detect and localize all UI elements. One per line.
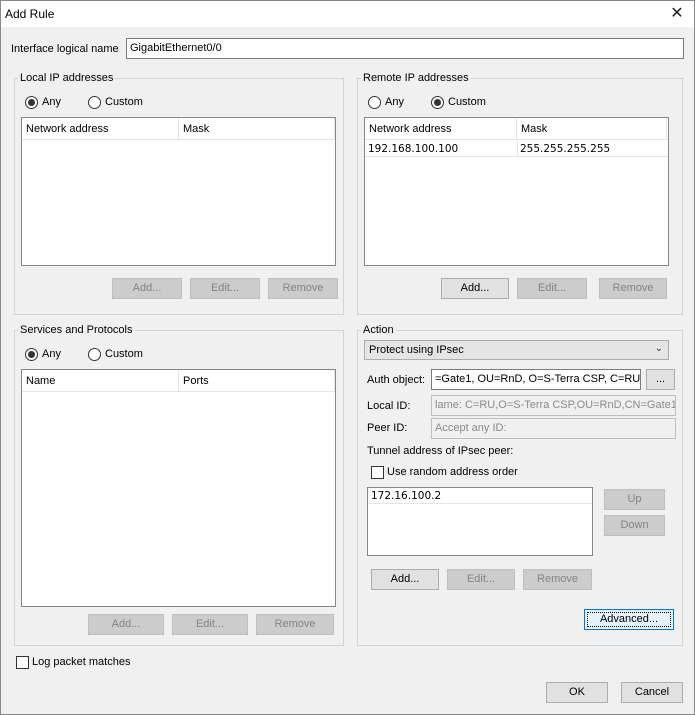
column-mask[interactable]: Mask [179, 118, 335, 140]
remote-ip-add-button[interactable]: Add... [441, 278, 509, 299]
action-mode-value: Protect using IPsec [369, 344, 464, 356]
remote-ip-custom-label: Custom [448, 96, 486, 108]
remote-ip-custom-radio[interactable] [431, 96, 444, 109]
peer-id-label: Peer ID: [367, 422, 408, 434]
remote-ip-edit-button[interactable]: Edit... [517, 278, 587, 299]
local-ip-list[interactable]: Network address Mask [21, 117, 336, 266]
auth-object-label: Auth object: [367, 374, 426, 386]
title-bar: Add Rule ✕ [1, 1, 694, 27]
cancel-button[interactable]: Cancel [621, 682, 683, 703]
advanced-button[interactable]: Advanced... [584, 609, 674, 630]
tunnel-up-button[interactable]: Up [604, 489, 665, 510]
services-any-label: Any [42, 348, 61, 360]
action-mode-select[interactable]: Protect using IPsec ⌄ [364, 340, 669, 360]
local-ip-custom-radio[interactable] [88, 96, 101, 109]
services-add-button[interactable]: Add... [88, 614, 164, 635]
column-network-address[interactable]: Network address [22, 118, 179, 140]
local-id-input[interactable]: lame: C=RU,O=S-Terra CSP,OU=RnD,CN=Gate1 [431, 395, 676, 416]
random-order-label: Use random address order [387, 466, 518, 478]
tunnel-address-list[interactable]: 172.16.100.2 [367, 487, 593, 556]
local-ip-group-label: Local IP addresses [18, 72, 116, 84]
remote-ip-any-radio[interactable] [368, 96, 381, 109]
peer-id-input[interactable]: Accept any ID: [431, 418, 676, 439]
tunnel-edit-button[interactable]: Edit... [447, 569, 515, 590]
log-packet-matches-label: Log packet matches [32, 656, 131, 668]
list-item[interactable]: 172.16.100.2 [368, 488, 592, 504]
services-list[interactable]: Name Ports [21, 369, 336, 607]
remote-network-cell: 192.168.100.100 [368, 143, 459, 155]
local-ip-any-label: Any [42, 96, 61, 108]
local-id-label: Local ID: [367, 400, 411, 412]
chevron-down-icon: ⌄ [654, 343, 663, 354]
ok-button[interactable]: OK [546, 682, 608, 703]
remote-ip-list-header: Network address Mask [365, 118, 668, 140]
auth-object-input[interactable]: =Gate1, OU=RnD, O=S-Terra CSP, C=RU [431, 369, 641, 390]
column-network-address[interactable]: Network address [365, 118, 517, 140]
services-group-label: Services and Protocols [18, 324, 135, 336]
services-custom-label: Custom [105, 348, 143, 360]
window-title: Add Rule [5, 7, 55, 21]
local-ip-list-header: Network address Mask [22, 118, 335, 140]
tunnel-remove-button[interactable]: Remove [523, 569, 592, 590]
local-ip-remove-button[interactable]: Remove [268, 278, 338, 299]
local-ip-custom-label: Custom [105, 96, 143, 108]
services-custom-radio[interactable] [88, 348, 101, 361]
remote-ip-list[interactable]: Network address Mask 192.168.100.100 255… [364, 117, 669, 266]
local-ip-edit-button[interactable]: Edit... [190, 278, 260, 299]
auth-object-browse-button[interactable]: ... [646, 369, 675, 390]
tunnel-down-button[interactable]: Down [604, 515, 665, 536]
services-remove-button[interactable]: Remove [256, 614, 334, 635]
close-icon[interactable]: ✕ [660, 1, 694, 27]
services-edit-button[interactable]: Edit... [172, 614, 248, 635]
log-packet-matches-checkbox[interactable] [16, 656, 29, 669]
action-group-label: Action [361, 324, 396, 336]
random-order-checkbox[interactable] [371, 466, 384, 479]
tunnel-add-button[interactable]: Add... [371, 569, 439, 590]
interface-name-input[interactable]: GigabitEthernet0/0 [126, 38, 684, 59]
local-ip-add-button[interactable]: Add... [112, 278, 182, 299]
local-ip-any-radio[interactable] [25, 96, 38, 109]
focus-ring [587, 612, 671, 627]
services-any-radio[interactable] [25, 348, 38, 361]
add-rule-dialog: Add Rule ✕ Interface logical name Gigabi… [0, 0, 695, 715]
column-name[interactable]: Name [22, 370, 179, 392]
tunnel-address-value: 172.16.100.2 [371, 490, 442, 502]
services-list-header: Name Ports [22, 370, 335, 392]
remote-mask-cell: 255.255.255.255 [517, 141, 667, 157]
remote-ip-group-label: Remote IP addresses [361, 72, 471, 84]
column-ports[interactable]: Ports [179, 370, 335, 392]
remote-ip-any-label: Any [385, 96, 404, 108]
column-mask[interactable]: Mask [517, 118, 667, 140]
interface-label: Interface logical name [11, 43, 119, 55]
tunnel-address-label: Tunnel address of IPsec peer: [367, 445, 514, 457]
remote-ip-remove-button[interactable]: Remove [599, 278, 667, 299]
table-row[interactable]: 192.168.100.100 255.255.255.255 [365, 141, 668, 157]
